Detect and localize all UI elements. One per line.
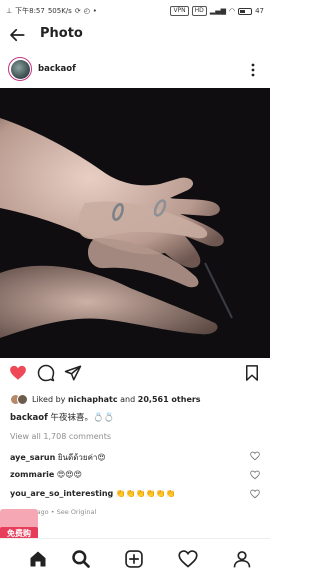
likes-count[interactable]: 20,561 others — [138, 395, 201, 404]
clock-icon: ◴ — [83, 7, 90, 15]
comment-row: zommarie 😍😍😍 — [10, 470, 260, 480]
status-time: 下午8:57 — [15, 7, 45, 15]
avatar[interactable] — [8, 57, 32, 81]
liked-by-prefix: Liked by — [32, 394, 66, 404]
post-actions — [0, 360, 270, 386]
vpn-badge: VPN — [170, 6, 189, 16]
home-icon[interactable] — [28, 549, 48, 569]
profile-icon[interactable] — [232, 549, 252, 569]
battery-level: 47 — [255, 7, 264, 15]
page-title: Photo — [40, 26, 83, 41]
comment-like-icon[interactable] — [250, 470, 260, 480]
comment-username[interactable]: you_are_so_interesting — [10, 489, 113, 498]
status-bar: ⊥ 下午8:57 505K/s ⟳ ◴ • VPN HD ▂▄▆ ◠ 47 — [0, 0, 270, 22]
comment-text: ยินดีด้วยค่า😍 — [57, 453, 106, 462]
app-header: Photo — [0, 22, 270, 48]
view-all-comments-link[interactable]: View all 1,708 comments — [10, 432, 111, 441]
liker-avatar — [17, 393, 28, 405]
share-icon[interactable] — [64, 364, 82, 382]
bookmark-icon[interactable] — [243, 364, 261, 382]
post-header: backaof — [0, 54, 270, 86]
comment-text: 😍😍😍 — [56, 470, 82, 479]
search-icon[interactable] — [71, 549, 91, 569]
comment-username[interactable]: zommarie — [10, 470, 54, 479]
comment-row: aye_sarun ยินดีด้วยค่า😍 — [10, 451, 260, 464]
hd-badge: HD — [191, 6, 207, 16]
caption-username[interactable]: backaof — [10, 413, 48, 423]
comment-like-icon[interactable] — [250, 451, 260, 461]
upload-icon: ⊥ — [6, 7, 13, 15]
activity-heart-icon[interactable] — [178, 549, 198, 569]
battery-icon — [238, 7, 253, 15]
bottom-tab-bar — [0, 538, 270, 585]
more-options-icon[interactable] — [249, 62, 257, 78]
comment-icon[interactable] — [37, 364, 55, 382]
back-arrow-icon[interactable] — [8, 26, 26, 44]
post-caption: backaof 午夜袜喜。💍💍 — [10, 411, 114, 423]
post-username[interactable]: backaof — [38, 64, 76, 74]
hands-with-rings-image — [0, 88, 270, 358]
likes-summary[interactable]: Liked by nichaphatc and 20,561 others — [10, 392, 201, 406]
sync-icon: ⟳ — [74, 7, 81, 15]
comment-row: you_are_so_interesting 👏👏👏👏👏👏 — [10, 489, 260, 499]
comment-like-icon[interactable] — [250, 489, 260, 499]
comment-username[interactable]: aye_sarun — [10, 453, 55, 462]
dot-icon: • — [92, 7, 97, 15]
liked-by-user[interactable]: nichaphatc — [68, 395, 118, 404]
comment-text: 👏👏👏👏👏👏 — [115, 489, 176, 498]
network-speed: 505K/s — [47, 7, 72, 15]
see-original-link[interactable]: See Original — [57, 508, 97, 516]
post-photo[interactable] — [0, 88, 270, 358]
heart-filled-icon[interactable] — [9, 364, 27, 382]
caption-text: 午夜袜喜。💍💍 — [50, 413, 115, 423]
signal-icon: ▂▄▆ — [209, 7, 226, 15]
liked-by-and: and — [120, 394, 136, 404]
wifi-icon: ◠ — [228, 7, 236, 15]
new-post-icon[interactable] — [124, 549, 144, 569]
